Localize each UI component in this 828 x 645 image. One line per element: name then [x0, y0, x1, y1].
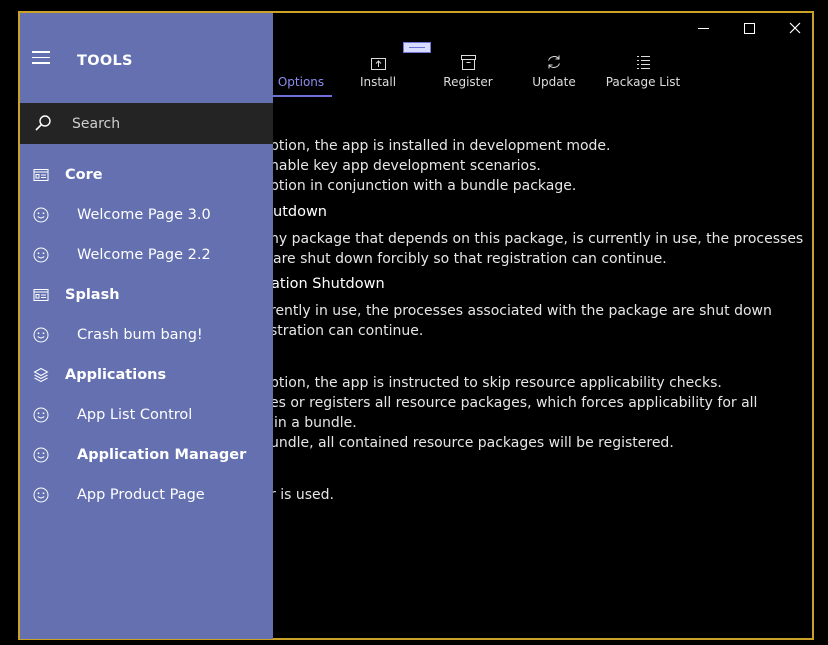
close-icon	[789, 22, 801, 34]
nav-group-applications[interactable]: Applications	[20, 356, 273, 396]
content-heading: utdown	[273, 204, 327, 220]
nav-item-app-list-control[interactable]: App List Control	[20, 396, 273, 436]
register-button[interactable]: Register	[438, 41, 498, 89]
hamburger-menu-icon[interactable]	[32, 51, 50, 64]
page-icon	[33, 289, 49, 301]
nav-item-app-product-page[interactable]: App Product Page	[20, 476, 273, 516]
sync-icon	[546, 54, 562, 70]
page-icon	[33, 169, 49, 181]
nav-item-label: Welcome Page 3.0	[77, 207, 211, 223]
nav-item-label: Applications	[65, 367, 167, 383]
search-box[interactable]	[20, 103, 273, 144]
nav-item-label: Crash bum bang!	[77, 327, 203, 343]
smiley-icon	[33, 207, 49, 223]
content-line: rently in use, the processes associated …	[270, 303, 772, 319]
minimize-icon	[697, 27, 709, 29]
smiley-icon	[33, 487, 49, 503]
package-list-button[interactable]: Package List	[604, 41, 682, 89]
content-line: r is used.	[270, 487, 334, 503]
archive-icon	[460, 54, 476, 70]
navigation-pane: TOOLS Core Welcome Page 3.0 Welcome Page…	[20, 13, 273, 639]
maximize-icon	[743, 22, 755, 34]
minimize-button[interactable]	[680, 13, 726, 43]
content-line: ption in conjunction with a bundle packa…	[270, 178, 577, 194]
nav-item-label: App Product Page	[77, 487, 205, 503]
tab-options-underline	[270, 95, 332, 97]
content-heading: ation Shutdown	[271, 276, 385, 292]
list-icon	[635, 54, 651, 70]
search-input[interactable]	[72, 113, 262, 135]
nav-item-crash[interactable]: Crash bum bang!	[20, 316, 273, 356]
content-line: ption, the app is instructed to skip res…	[270, 375, 722, 391]
register-label: Register	[443, 75, 493, 89]
nav-item-label: Core	[65, 167, 103, 183]
stack-icon	[33, 367, 49, 383]
tab-options[interactable]: Options	[270, 41, 332, 97]
content-line: are shut down forcibly so that registrat…	[273, 251, 667, 267]
content-line: in a bundle.	[274, 415, 357, 431]
smiley-icon	[33, 407, 49, 423]
smiley-icon	[33, 327, 49, 343]
content-line: nable key app development scenarios.	[270, 158, 541, 174]
nav-item-label: App List Control	[77, 407, 193, 423]
install-icon	[370, 54, 386, 70]
nav-item-label: Welcome Page 2.2	[77, 247, 211, 263]
tab-options-label: Options	[277, 75, 325, 89]
maximize-button[interactable]	[726, 13, 772, 43]
content-line: ny package that depends on this package,…	[270, 231, 804, 247]
toolbar-overflow-button[interactable]	[403, 42, 431, 53]
nav-item-application-manager[interactable]: Application Manager	[20, 436, 273, 476]
nav-group-splash[interactable]: Splash	[20, 276, 273, 316]
install-button[interactable]: Install	[350, 41, 406, 89]
content-line: es or registers all resource packages, w…	[270, 395, 758, 411]
content-line: undle, all contained resource packages w…	[270, 435, 674, 451]
smiley-icon	[33, 447, 49, 463]
content-line: stration can continue.	[270, 323, 424, 339]
search-icon	[35, 115, 51, 131]
nav-item-welcome-2[interactable]: Welcome Page 2.2	[20, 236, 273, 276]
nav-group-core[interactable]: Core	[20, 156, 273, 196]
nav-item-welcome-3[interactable]: Welcome Page 3.0	[20, 196, 273, 236]
package-list-label: Package List	[605, 75, 681, 89]
install-label: Install	[359, 75, 397, 89]
nav-title: TOOLS	[77, 53, 133, 69]
nav-item-label: Application Manager	[77, 447, 247, 463]
nav-item-label: Splash	[65, 287, 120, 303]
update-label: Update	[532, 75, 576, 89]
content-line: ption, the app is installed in developme…	[270, 138, 611, 154]
smiley-icon	[33, 247, 49, 263]
close-button[interactable]	[772, 13, 812, 43]
update-button[interactable]: Update	[526, 41, 582, 89]
